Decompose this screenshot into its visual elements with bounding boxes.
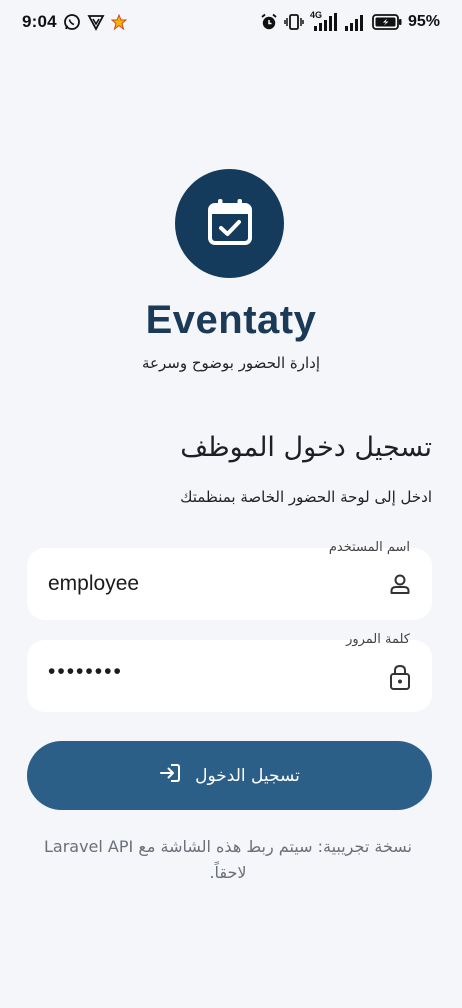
form-subtitle: ادخل إلى لوحة الحضور الخاصة بمنظمتك xyxy=(180,488,432,506)
network-type-label: 4G xyxy=(309,10,322,20)
alarm-icon xyxy=(260,13,278,31)
signal-icon xyxy=(344,12,366,32)
battery-charging-icon xyxy=(372,13,402,31)
app-tagline: إدارة الحضور بوضوح وسرعة xyxy=(141,354,320,372)
lock-icon xyxy=(388,664,412,690)
calendar-check-icon xyxy=(207,198,253,250)
status-bar-right: 4G 95% xyxy=(260,10,440,32)
signal-4g-icon: 4G xyxy=(309,10,338,32)
vibrate-icon xyxy=(284,13,304,31)
login-button[interactable]: تسجيل الدخول xyxy=(27,741,432,810)
demo-note: نسخة تجريبية: سيتم ربط هذه الشاشة مع Lar… xyxy=(43,837,413,882)
app-logo xyxy=(175,169,284,278)
app-name: Eventaty xyxy=(145,298,317,342)
status-time: 9:04 xyxy=(22,12,57,31)
username-field[interactable]: اسم المستخدم xyxy=(27,540,432,620)
password-label: كلمة المرور xyxy=(346,632,410,647)
password-field[interactable]: كلمة المرور •••••••• xyxy=(27,632,432,712)
star-badge-icon xyxy=(110,14,127,30)
vpn-shield-icon xyxy=(87,13,105,31)
password-input[interactable]: •••••••• xyxy=(48,660,368,684)
status-bar: 9:04 4G 95% xyxy=(0,0,462,44)
login-arrow-icon xyxy=(159,763,181,788)
battery-percentage: 95% xyxy=(407,13,440,30)
username-input[interactable] xyxy=(48,572,368,596)
status-bar-left: 9:04 xyxy=(22,12,127,32)
form-title: تسجيل دخول الموظف xyxy=(180,432,432,463)
person-icon xyxy=(388,572,412,596)
login-button-label: تسجيل الدخول xyxy=(195,765,300,786)
whatsapp-icon xyxy=(63,13,81,31)
username-label: اسم المستخدم xyxy=(328,540,410,555)
